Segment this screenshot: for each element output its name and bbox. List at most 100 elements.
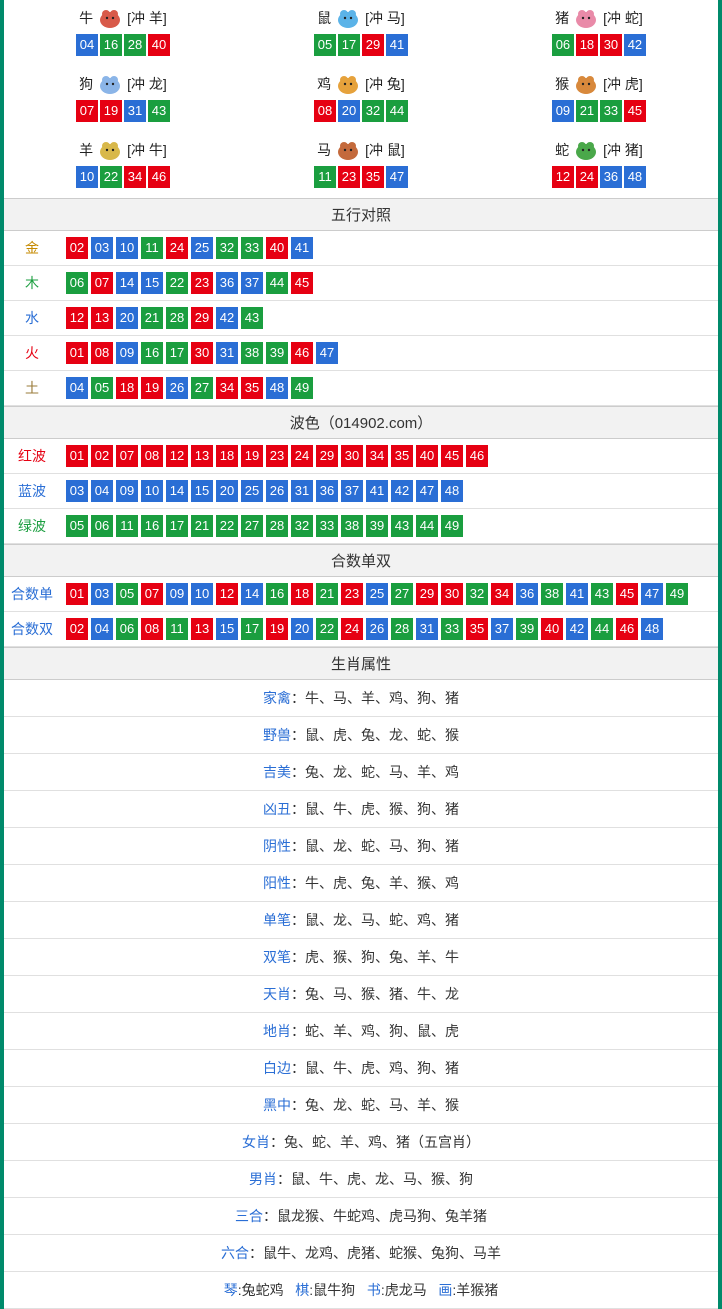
number-ball: 16 bbox=[141, 515, 163, 537]
number-ball: 42 bbox=[391, 480, 413, 502]
zodiac-title: 蛇 [冲 猪] bbox=[480, 138, 718, 162]
attr-row: 家禽：牛、马、羊、鸡、狗、猪 bbox=[4, 680, 718, 717]
number-ball: 06 bbox=[91, 515, 113, 537]
zodiac-title: 鸡 [冲 兔] bbox=[242, 72, 480, 96]
number-ball: 21 bbox=[316, 583, 338, 605]
number-ball: 38 bbox=[341, 515, 363, 537]
number-ball: 27 bbox=[391, 583, 413, 605]
footer-group-label: 书 bbox=[367, 1282, 381, 1298]
number-ball: 33 bbox=[441, 618, 463, 640]
number-ball: 41 bbox=[291, 237, 313, 259]
zodiac-cell: 蛇 [冲 猪] 12243648 bbox=[480, 132, 718, 198]
zodiac-title: 马 [冲 鼠] bbox=[242, 138, 480, 162]
zodiac-name: 鼠 bbox=[317, 8, 331, 28]
number-ball: 01 bbox=[66, 342, 88, 364]
zodiac-conflict: [冲 羊] bbox=[127, 8, 167, 28]
row-balls: 04051819262734354849 bbox=[60, 371, 718, 406]
zodiac-title: 狗 [冲 龙] bbox=[4, 72, 242, 96]
number-ball: 15 bbox=[191, 480, 213, 502]
number-ball: 06 bbox=[552, 34, 574, 56]
number-ball: 43 bbox=[591, 583, 613, 605]
number-ball: 44 bbox=[386, 100, 408, 122]
number-ball: 24 bbox=[166, 237, 188, 259]
attr-row: 凶丑：鼠、牛、虎、猴、狗、猪 bbox=[4, 791, 718, 828]
row-balls: 0108091617303138394647 bbox=[60, 336, 718, 371]
number-ball: 02 bbox=[66, 618, 88, 640]
attr-value: 虎、猴、狗、兔、羊、牛 bbox=[305, 949, 459, 965]
footer-group-value: 羊猴猪 bbox=[456, 1282, 498, 1298]
number-ball: 03 bbox=[91, 583, 113, 605]
attr-label: 阴性 bbox=[263, 838, 291, 854]
number-ball: 22 bbox=[316, 618, 338, 640]
number-ball: 14 bbox=[116, 272, 138, 294]
number-ball: 33 bbox=[316, 515, 338, 537]
number-ball: 40 bbox=[541, 618, 563, 640]
number-ball: 09 bbox=[166, 583, 188, 605]
number-ball: 09 bbox=[116, 480, 138, 502]
attr-row: 单笔：鼠、龙、马、蛇、鸡、猪 bbox=[4, 902, 718, 939]
number-ball: 48 bbox=[641, 618, 663, 640]
number-ball: 34 bbox=[366, 445, 388, 467]
zodiac-title: 猴 [冲 虎] bbox=[480, 72, 718, 96]
number-ball: 36 bbox=[600, 166, 622, 188]
number-ball: 30 bbox=[191, 342, 213, 364]
number-ball: 30 bbox=[341, 445, 363, 467]
table-row: 合数双 020406081113151719202224262831333537… bbox=[4, 612, 718, 647]
attr-value: 兔、龙、蛇、马、羊、猴 bbox=[305, 1097, 459, 1113]
number-ball: 23 bbox=[266, 445, 288, 467]
number-ball: 44 bbox=[266, 272, 288, 294]
attr-row: 男肖：鼠、牛、虎、龙、马、猴、狗 bbox=[4, 1161, 718, 1198]
number-ball: 18 bbox=[116, 377, 138, 399]
number-ball: 13 bbox=[91, 307, 113, 329]
number-ball: 05 bbox=[91, 377, 113, 399]
attr-value: 牛、马、羊、鸡、狗、猪 bbox=[305, 690, 459, 706]
attr-label: 女肖 bbox=[242, 1134, 270, 1150]
number-ball: 29 bbox=[416, 583, 438, 605]
number-ball: 36 bbox=[316, 480, 338, 502]
number-ball: 20 bbox=[216, 480, 238, 502]
number-ball: 04 bbox=[91, 480, 113, 502]
table-row: 木 06071415222336374445 bbox=[4, 266, 718, 301]
table-row: 绿波 05061116172122272832333839434449 bbox=[4, 509, 718, 544]
footer-group-value: 鼠牛狗 bbox=[313, 1282, 355, 1298]
zodiac-balls: 09213345 bbox=[480, 100, 718, 122]
number-ball: 22 bbox=[166, 272, 188, 294]
number-ball: 10 bbox=[191, 583, 213, 605]
number-ball: 39 bbox=[516, 618, 538, 640]
zodiac-conflict: [冲 虎] bbox=[603, 74, 643, 94]
zodiac-title: 鼠 [冲 马] bbox=[242, 6, 480, 30]
number-ball: 46 bbox=[466, 445, 488, 467]
number-ball: 47 bbox=[316, 342, 338, 364]
number-ball: 43 bbox=[241, 307, 263, 329]
attr-row: 双笔：虎、猴、狗、兔、羊、牛 bbox=[4, 939, 718, 976]
number-ball: 24 bbox=[576, 166, 598, 188]
section-heshu-header: 合数单双 bbox=[4, 544, 718, 577]
number-ball: 23 bbox=[341, 583, 363, 605]
row-label: 绿波 bbox=[4, 509, 60, 544]
dog-icon bbox=[95, 72, 125, 96]
attr-row: 阳性：牛、虎、兔、羊、猴、鸡 bbox=[4, 865, 718, 902]
table-row: 水 1213202128294243 bbox=[4, 301, 718, 336]
number-ball: 17 bbox=[166, 515, 188, 537]
number-ball: 09 bbox=[552, 100, 574, 122]
heshu-table: 合数单 010305070910121416182123252729303234… bbox=[4, 577, 718, 647]
zodiac-conflict: [冲 猪] bbox=[603, 140, 643, 160]
number-ball: 40 bbox=[148, 34, 170, 56]
number-ball: 25 bbox=[191, 237, 213, 259]
attr-label: 白边 bbox=[263, 1060, 291, 1076]
footer-group-value: 兔蛇鸡 bbox=[242, 1282, 284, 1298]
number-ball: 10 bbox=[116, 237, 138, 259]
attr-row: 天肖：兔、马、猴、猪、牛、龙 bbox=[4, 976, 718, 1013]
monkey-icon bbox=[571, 72, 601, 96]
row-balls: 03040910141520252631363741424748 bbox=[60, 474, 718, 509]
number-ball: 13 bbox=[191, 618, 213, 640]
number-ball: 31 bbox=[291, 480, 313, 502]
number-ball: 35 bbox=[391, 445, 413, 467]
bose-table: 红波 0102070812131819232429303435404546 蓝波… bbox=[4, 439, 718, 544]
attr-value: 鼠牛、龙鸡、虎猪、蛇猴、兔狗、马羊 bbox=[263, 1245, 501, 1261]
attr-value: 鼠、龙、马、蛇、鸡、猪 bbox=[305, 912, 459, 928]
row-balls: 0103050709101214161821232527293032343638… bbox=[60, 577, 718, 612]
number-ball: 15 bbox=[141, 272, 163, 294]
number-ball: 43 bbox=[148, 100, 170, 122]
number-ball: 29 bbox=[316, 445, 338, 467]
